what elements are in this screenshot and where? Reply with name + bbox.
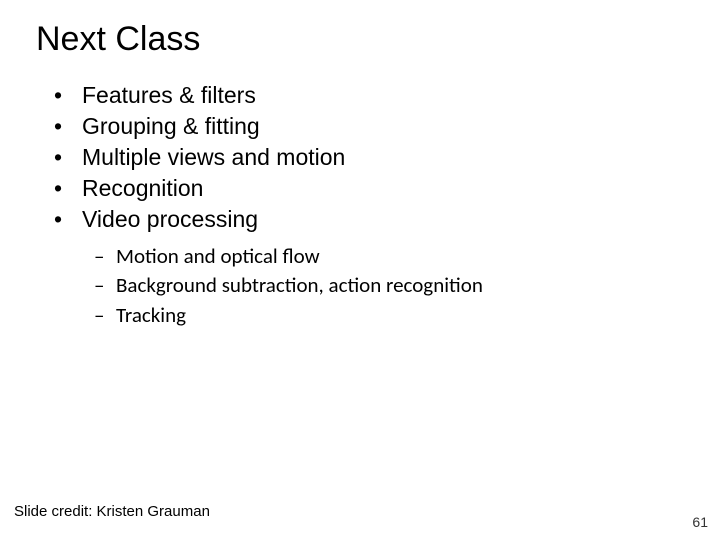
subbullet-text: Tracking bbox=[116, 301, 186, 330]
bullet-text: Video processing bbox=[82, 204, 258, 235]
dash-icon: – bbox=[94, 271, 116, 300]
bullet-icon: • bbox=[54, 173, 82, 204]
dash-icon: – bbox=[94, 242, 116, 271]
bullet-text: Grouping & fitting bbox=[82, 111, 260, 142]
slide-credit: Slide credit: Kristen Grauman bbox=[14, 503, 210, 520]
list-item: •Recognition bbox=[54, 173, 345, 204]
list-item: •Grouping & fitting bbox=[54, 111, 345, 142]
bullet-icon: • bbox=[54, 142, 82, 173]
bullet-text: Recognition bbox=[82, 173, 203, 204]
dash-icon: – bbox=[94, 301, 116, 330]
subbullet-text: Motion and optical flow bbox=[116, 242, 320, 271]
bullet-icon: • bbox=[54, 80, 82, 111]
list-item: •Video processing bbox=[54, 204, 345, 235]
list-item: •Multiple views and motion bbox=[54, 142, 345, 173]
bullet-icon: • bbox=[54, 111, 82, 142]
bullet-text: Multiple views and motion bbox=[82, 142, 345, 173]
bullet-icon: • bbox=[54, 204, 82, 235]
page-number: 61 bbox=[692, 514, 708, 530]
slide-title: Next Class bbox=[36, 20, 200, 59]
list-item: •Features & filters bbox=[54, 80, 345, 111]
list-item: –Motion and optical flow bbox=[94, 242, 483, 271]
subbullet-text: Background subtraction, action recogniti… bbox=[116, 271, 483, 300]
list-item: –Tracking bbox=[94, 301, 483, 330]
sub-bullet-list: –Motion and optical flow –Background sub… bbox=[94, 242, 483, 330]
main-bullet-list: •Features & filters •Grouping & fitting … bbox=[54, 80, 345, 235]
bullet-text: Features & filters bbox=[82, 80, 256, 111]
list-item: –Background subtraction, action recognit… bbox=[94, 271, 483, 300]
